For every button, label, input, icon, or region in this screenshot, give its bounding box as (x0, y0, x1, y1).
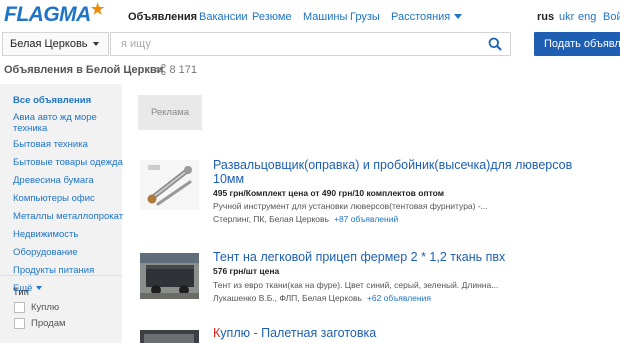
listing-price: 576 грн/шт цена (213, 266, 280, 276)
trailer-tent-image (140, 253, 199, 299)
city-select[interactable]: Белая Церковь (2, 32, 109, 56)
filter-sell-label[interactable]: Продам (31, 318, 66, 329)
seller-name[interactable]: Лукашенко В.Б., ФЛП, Белая Церковь (213, 293, 362, 303)
sidebar-item-all[interactable]: Все объявления (13, 95, 91, 106)
listing-title-rest: уплю - Палетная заготовка (220, 326, 377, 340)
sidebar-item-real-estate[interactable]: Недвижимость (13, 229, 78, 240)
lang-ukr[interactable]: ukr (559, 11, 574, 23)
listing-seller: Стерлинг, ПК, Белая Церковь +87 объявлени… (213, 214, 398, 224)
lang-eng[interactable]: eng (578, 11, 596, 23)
search-icon[interactable] (488, 37, 502, 51)
page-title: Объявления в Белой Церкви (4, 64, 164, 76)
seller-more-link[interactable]: +62 объявления (367, 293, 431, 303)
seller-more-link[interactable]: +87 объявлений (334, 214, 398, 224)
nav-item-ads[interactable]: Объявления (128, 11, 197, 23)
listing-price: 495 грн/Комплект цена от 490 грн/10 комп… (213, 188, 445, 198)
nav-item-vacancies[interactable]: Вакансии (199, 11, 248, 23)
listing-description: Тент из евро ткани(как на фуре). Цвет си… (213, 280, 499, 290)
nav-item-cars[interactable]: Машины (303, 11, 347, 23)
listing-count: 8 171 (169, 64, 197, 76)
lang-rus[interactable]: rus (537, 11, 554, 23)
search-input[interactable] (111, 33, 471, 55)
sidebar-item-household-goods[interactable]: Бытовые товары одежда (13, 157, 123, 168)
chevron-down-icon (92, 42, 99, 46)
top-bar: FLAGMA★ Объявления Вакансии Резюме Машин… (0, 0, 620, 32)
post-ad-button[interactable]: Подать объявлени (534, 32, 620, 56)
listing-image[interactable] (140, 160, 199, 210)
listing-title[interactable]: Куплю - Палетная заготовка (213, 326, 376, 340)
logo-star-icon: ★ (90, 1, 104, 18)
ad-placeholder: Реклама (138, 95, 202, 130)
listing-description: Ручной инструмент для установки люверсов… (213, 201, 488, 211)
nav-more-chevron-down-icon[interactable] (454, 14, 462, 19)
nav-item-distances[interactable]: Расстояния (391, 11, 450, 23)
filter-sell-checkbox[interactable] (14, 318, 25, 329)
search-box (110, 32, 511, 56)
listing-seller: Лукашенко В.Б., ФЛП, Белая Церковь +62 об… (213, 293, 431, 303)
sidebar-item-wood-paper[interactable]: Древесина бумага (13, 175, 94, 186)
type-filter-title: Тип (13, 287, 29, 298)
seller-name[interactable]: Стерлинг, ПК, Белая Церковь (213, 214, 329, 224)
nav-item-cargo[interactable]: Грузы (350, 11, 380, 23)
sidebar-item-computers[interactable]: Компьютеры офис (13, 193, 95, 204)
sidebar-divider (0, 275, 122, 276)
sidebar-item-transport-2[interactable]: техника (13, 123, 47, 134)
search-bar: Белая Церковь Подать объявлени (0, 32, 620, 58)
sidebar-item-appliances[interactable]: Бытовая техника (13, 139, 88, 150)
filter-buy-checkbox[interactable] (14, 302, 25, 313)
sidebar-item-transport[interactable]: Авиа авто жд море (13, 112, 97, 123)
login-link[interactable]: Вой (603, 11, 620, 23)
listing-title-line2[interactable]: 10мм (213, 172, 244, 186)
city-select-value: Белая Церковь (10, 38, 88, 50)
listing-count-line: Объявления в Белой Церкви 8 171 (4, 64, 197, 76)
listing-title[interactable]: Тент на легковой прицеп фермер 2 * 1,2 т… (213, 250, 505, 264)
listing-title[interactable]: Развальцовщик(оправка) и пробойник(высеч… (213, 158, 572, 172)
listing-image[interactable] (140, 253, 199, 299)
chevron-down-icon (36, 286, 43, 290)
filter-buy-label[interactable]: Куплю (31, 302, 59, 313)
flagma-logo[interactable]: FLAGMA★ (4, 1, 104, 27)
rivet-tool-image (140, 160, 199, 210)
pallet-blank-image (140, 330, 199, 343)
sidebar-item-metals[interactable]: Металлы металлопрокат (13, 211, 123, 222)
nav-item-resumes[interactable]: Резюме (252, 11, 292, 23)
sidebar-item-equipment[interactable]: Оборудование (13, 247, 78, 258)
listing-image[interactable] (140, 330, 199, 343)
share-icon[interactable] (155, 64, 166, 75)
